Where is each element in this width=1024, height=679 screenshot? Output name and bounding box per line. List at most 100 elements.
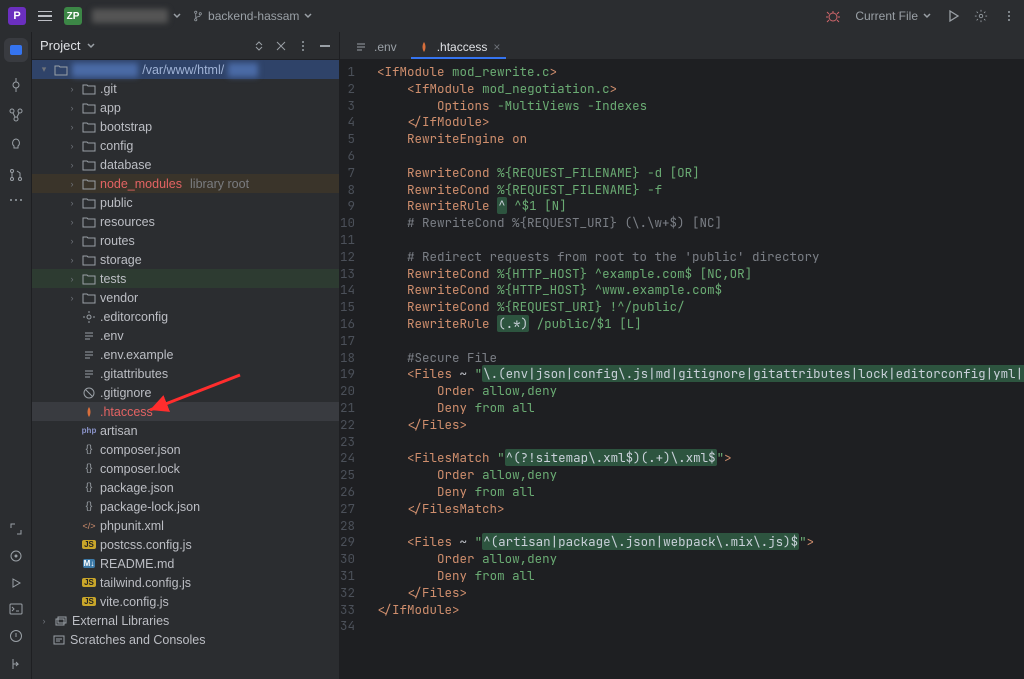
tree-item-storage[interactable]: ›storage	[32, 250, 339, 269]
tree-item-app[interactable]: ›app	[32, 98, 339, 117]
sidebar-header: Project	[32, 32, 339, 60]
hamburger-menu-icon[interactable]	[36, 9, 54, 24]
expand-icon[interactable]	[10, 523, 22, 535]
tool-rail	[0, 32, 32, 679]
tree-item-phpunit-xml[interactable]: </>phpunit.xml	[32, 516, 339, 535]
tree-item-vite-config-js[interactable]: JSvite.config.js	[32, 592, 339, 611]
apache-icon	[417, 41, 431, 53]
chevron-down-icon[interactable]	[86, 41, 96, 51]
js-icon: JS	[82, 540, 96, 549]
tree-item-README-md[interactable]: M↓README.md	[32, 554, 339, 573]
lines-icon	[82, 368, 96, 380]
tree-item-package-json[interactable]: {}package.json	[32, 478, 339, 497]
tree-item-tests[interactable]: ›tests	[32, 269, 339, 288]
tree-item-bootstrap[interactable]: ›bootstrap	[32, 117, 339, 136]
tree-root[interactable]: ▾x /var/www/html/x	[32, 60, 339, 79]
lines-icon	[354, 41, 368, 53]
phpstorm-logo-icon: P	[8, 7, 26, 25]
hide-icon[interactable]	[319, 40, 331, 52]
folder-icon	[82, 273, 96, 285]
run-icon[interactable]	[946, 9, 960, 23]
project-tool-icon[interactable]	[4, 38, 28, 62]
external-libraries[interactable]: ›External Libraries	[32, 611, 339, 630]
run-config-selector[interactable]: Current File	[855, 9, 932, 23]
tree-item-postcss-config-js[interactable]: JSpostcss.config.js	[32, 535, 339, 554]
debug-bug-icon[interactable]	[825, 8, 841, 24]
bulb-icon[interactable]	[10, 138, 22, 152]
js-icon: JS	[82, 578, 96, 587]
tree-item--env[interactable]: .env	[32, 326, 339, 345]
kebab-icon[interactable]	[1002, 9, 1016, 23]
tree-item-database[interactable]: ›database	[32, 155, 339, 174]
lines-icon	[82, 330, 96, 342]
gear-icon	[82, 311, 96, 323]
ban-icon	[82, 387, 96, 399]
gear-icon[interactable]	[974, 9, 988, 23]
js-icon: JS	[82, 597, 96, 606]
code-content[interactable]: <IfModule mod_rewrite.c> <IfModule mod_n…	[365, 60, 1024, 679]
tab--env[interactable]: .env	[344, 35, 407, 59]
tree-item-vendor[interactable]: ›vendor	[32, 288, 339, 307]
tree-item--gitignore[interactable]: .gitignore	[32, 383, 339, 402]
tree-item-package-lock-json[interactable]: {}package-lock.json	[32, 497, 339, 516]
php-icon: php	[82, 426, 96, 435]
branch-icon	[192, 10, 204, 22]
line-gutter: 1234567891011121314151617181920212223242…	[340, 60, 365, 679]
run-bottom-icon[interactable]	[10, 577, 22, 589]
titlebar: P ZP hidden backend-hassam Current File	[0, 0, 1024, 32]
vcs-branch[interactable]: backend-hassam	[192, 9, 313, 23]
xml-icon: </>	[82, 521, 96, 531]
project-badge: ZP	[64, 7, 82, 25]
problems-icon[interactable]	[9, 629, 23, 643]
commit-tool-icon[interactable]	[9, 78, 23, 92]
branch-label: backend-hassam	[208, 9, 299, 23]
tree-item--env-example[interactable]: .env.example	[32, 345, 339, 364]
pull-requests-icon[interactable]	[9, 168, 23, 182]
file-tree[interactable]: ▾x /var/www/html/x›.git›app›bootstrap›co…	[32, 60, 339, 679]
select-opened-icon[interactable]	[253, 40, 265, 52]
tree-item-composer-json[interactable]: {}composer.json	[32, 440, 339, 459]
folder-icon	[82, 140, 96, 152]
editor-tabbar: .env.htaccess×	[340, 32, 1024, 60]
scratches[interactable]: Scratches and Consoles	[32, 630, 339, 649]
editor-area: .env.htaccess× 1234567891011121314151617…	[340, 32, 1024, 679]
tree-item-node_modules[interactable]: ›node_moduleslibrary root	[32, 174, 339, 193]
close-icon[interactable]: ×	[493, 40, 500, 54]
md-icon: M↓	[82, 559, 96, 568]
folder-icon	[82, 102, 96, 114]
tree-item-composer-lock[interactable]: {}composer.lock	[32, 459, 339, 478]
tree-item-resources[interactable]: ›resources	[32, 212, 339, 231]
json-icon: {}	[82, 444, 96, 455]
folder-icon	[82, 159, 96, 171]
tree-item-artisan[interactable]: phpartisan	[32, 421, 339, 440]
tree-item--git[interactable]: ›.git	[32, 79, 339, 98]
tree-item-public[interactable]: ›public	[32, 193, 339, 212]
json-icon: {}	[82, 463, 96, 474]
structure-tool-icon[interactable]	[9, 108, 23, 122]
more-tool-icon[interactable]	[9, 198, 23, 202]
tab--htaccess[interactable]: .htaccess×	[407, 35, 511, 59]
kebab-icon[interactable]	[297, 40, 309, 52]
sidebar-title: Project	[40, 38, 80, 53]
terminal-icon[interactable]	[9, 603, 23, 615]
run-config-label: Current File	[855, 9, 918, 23]
folder-icon	[82, 178, 96, 190]
project-name[interactable]: hidden	[92, 9, 182, 23]
project-sidebar: Project ▾x /var/www/html/x›.git›app›boot…	[32, 32, 340, 679]
tree-item--editorconfig[interactable]: .editorconfig	[32, 307, 339, 326]
tree-item--htaccess[interactable]: .htaccess	[32, 402, 339, 421]
services-icon[interactable]	[9, 549, 23, 563]
tree-item-routes[interactable]: ›routes	[32, 231, 339, 250]
tree-item-config[interactable]: ›config	[32, 136, 339, 155]
collapse-icon[interactable]	[275, 40, 287, 52]
folder-icon	[82, 292, 96, 304]
folder-icon	[82, 254, 96, 266]
folder-icon	[82, 235, 96, 247]
tree-item-tailwind-config-js[interactable]: JStailwind.config.js	[32, 573, 339, 592]
json-icon: {}	[82, 501, 96, 512]
folder-icon	[82, 121, 96, 133]
apache-icon	[82, 406, 96, 418]
vcs-bottom-icon[interactable]	[9, 657, 23, 671]
tree-item--gitattributes[interactable]: .gitattributes	[32, 364, 339, 383]
folder-icon	[82, 197, 96, 209]
